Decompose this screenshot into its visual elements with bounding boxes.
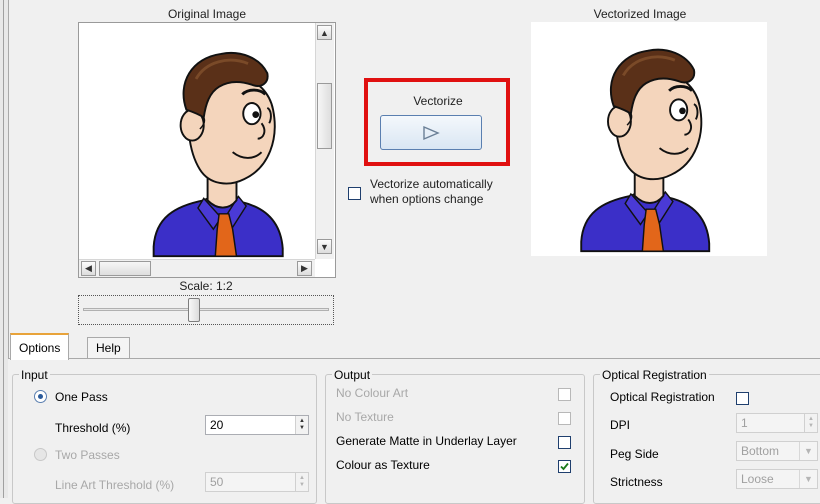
options-tab-control: Options Help Input One Pass Threshold (%… <box>8 333 820 504</box>
no-texture-label: No Texture <box>336 410 394 424</box>
threshold-value[interactable]: 20 <box>206 418 295 432</box>
one-pass-label: One Pass <box>55 390 108 404</box>
colour-as-texture-checkbox[interactable] <box>558 460 571 473</box>
strictness-label: Strictness <box>610 475 663 489</box>
threshold-label: Threshold (%) <box>55 421 131 435</box>
two-passes-label: Two Passes <box>55 448 120 462</box>
optical-registration-checkbox[interactable] <box>736 392 749 405</box>
no-colour-art-label: No Colour Art <box>336 386 409 400</box>
scale-label: Scale: 1:2 <box>179 279 233 293</box>
optical-registration-legend: Optical Registration <box>600 368 709 382</box>
scale-slider[interactable] <box>78 295 334 325</box>
dpi-label: DPI <box>610 418 631 432</box>
threshold-spinbox[interactable]: 20 ▲ ▼ <box>205 415 309 435</box>
vertical-scrollbar[interactable]: ▲ ▼ <box>315 23 334 259</box>
generate-matte-checkbox[interactable] <box>558 436 571 449</box>
scroll-up-arrow-icon[interactable]: ▲ <box>317 25 332 40</box>
scale-slider-track <box>83 308 329 311</box>
vectorize-label: Vectorize <box>413 94 463 108</box>
no-colour-art-checkbox[interactable] <box>558 388 571 401</box>
output-group-legend: Output <box>332 368 373 382</box>
output-group: Output No Colour Art No Texture Generate… <box>325 368 585 504</box>
vectorized-image-title: Vectorized Image <box>593 7 687 21</box>
optical-registration-group: Optical Registration Optical Registratio… <box>593 368 820 504</box>
checkmark-icon <box>560 462 569 471</box>
vectorize-button[interactable] <box>380 115 482 150</box>
vectorize-auto-checkbox[interactable] <box>348 187 361 200</box>
chevron-down-icon[interactable]: ▼ <box>799 442 817 460</box>
horizontal-scroll-thumb[interactable] <box>99 261 151 276</box>
scroll-left-arrow-icon[interactable]: ◀ <box>81 261 96 276</box>
scroll-down-arrow-icon[interactable]: ▼ <box>317 239 332 254</box>
original-cartoon-image <box>152 51 285 258</box>
vectorize-auto-label: Vectorize automatically when options cha… <box>370 177 520 207</box>
vectorize-auto-line1: Vectorize automatically <box>370 177 493 191</box>
input-group: Input One Pass Threshold (%) 20 ▲ ▼ Two P… <box>12 368 317 504</box>
peg-side-value: Bottom <box>741 444 780 458</box>
left-panel-line <box>3 0 4 498</box>
peg-side-label: Peg Side <box>610 447 659 461</box>
original-image-pane[interactable]: ▲ ▼ ◀ ▶ <box>78 22 336 278</box>
line-art-threshold-value[interactable]: 50 <box>206 475 295 489</box>
peg-side-dropdown[interactable]: Bottom ▼ <box>736 441 818 461</box>
strictness-value: Loose <box>741 472 774 486</box>
line-art-threshold-label: Line Art Threshold (%) <box>55 478 175 492</box>
optical-registration-label: Optical Registration <box>610 390 715 404</box>
generate-matte-label: Generate Matte in Underlay Layer <box>336 434 517 448</box>
tab-options[interactable]: Options <box>10 333 70 360</box>
vectorized-cartoon-image <box>579 48 711 253</box>
horizontal-scrollbar[interactable]: ◀ ▶ <box>79 259 315 277</box>
vectorized-image-pane <box>531 22 767 256</box>
spin-arrows-icon[interactable]: ▲ ▼ <box>295 473 308 491</box>
scroll-right-arrow-icon[interactable]: ▶ <box>297 261 312 276</box>
options-tab-panel: Input One Pass Threshold (%) 20 ▲ ▼ Two P… <box>8 358 820 504</box>
colour-as-texture-label: Colour as Texture <box>336 458 430 472</box>
radio-selected-dot <box>38 394 43 399</box>
strictness-dropdown[interactable]: Loose ▼ <box>736 469 818 489</box>
no-texture-checkbox[interactable] <box>558 412 571 425</box>
two-passes-radio[interactable] <box>34 448 47 461</box>
tab-help[interactable]: Help <box>87 337 130 359</box>
spin-arrows-icon[interactable]: ▲ ▼ <box>804 414 817 432</box>
dpi-value[interactable]: 1 <box>737 416 804 430</box>
vertical-scroll-thumb[interactable] <box>317 83 332 149</box>
scale-slider-thumb[interactable] <box>188 298 201 322</box>
original-image-title: Original Image <box>167 7 247 21</box>
vectorize-auto-line2: when options change <box>370 192 484 206</box>
play-icon <box>423 125 440 140</box>
chevron-down-icon[interactable]: ▼ <box>799 470 817 488</box>
spin-arrows-icon[interactable]: ▲ ▼ <box>295 416 308 434</box>
input-group-legend: Input <box>19 368 50 382</box>
line-art-threshold-spinbox[interactable]: 50 ▲ ▼ <box>205 472 309 492</box>
one-pass-radio[interactable] <box>34 390 47 403</box>
dpi-spinbox[interactable]: 1 ▲ ▼ <box>736 413 818 433</box>
